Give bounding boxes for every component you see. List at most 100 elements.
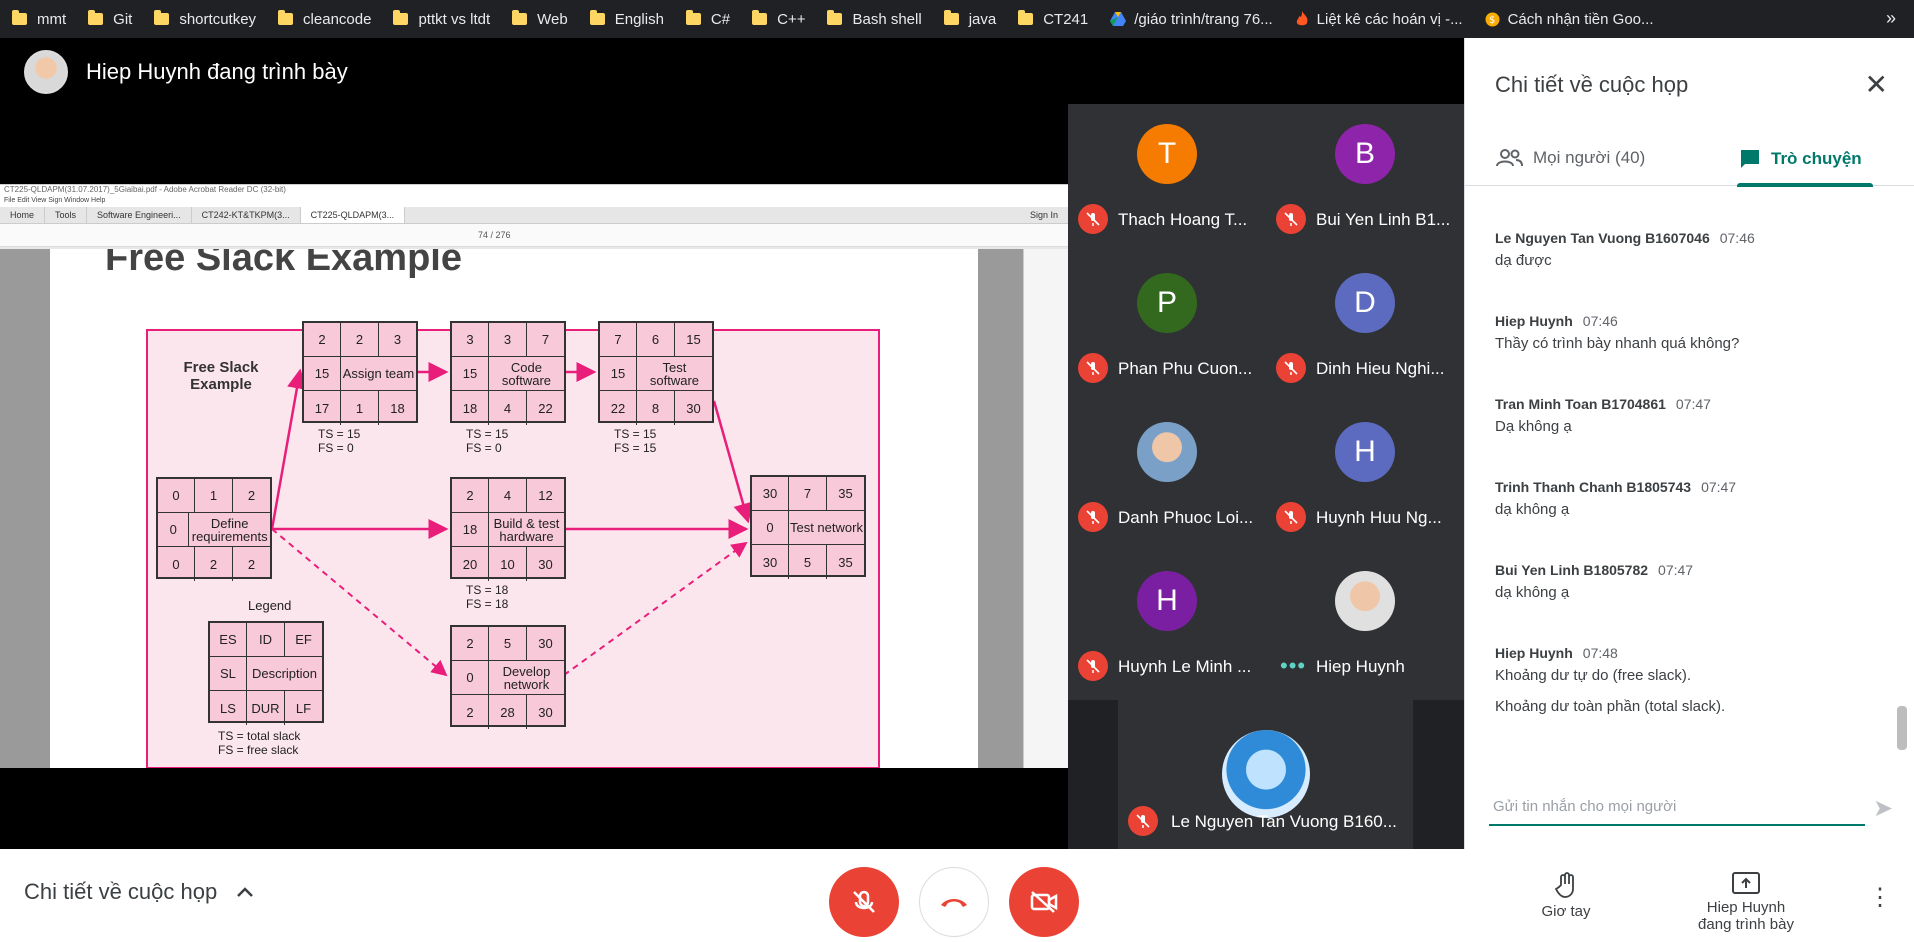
meeting-details-panel: Chi tiết về cuộc họp ✕ Mọi người (40) Tr… xyxy=(1464,38,1914,849)
acrobat-right-toolbar xyxy=(1023,249,1068,768)
mic-off-icon xyxy=(1078,353,1108,383)
folder-icon xyxy=(154,10,170,25)
avatar: B xyxy=(1335,124,1395,184)
panel-title: Chi tiết về cuộc họp xyxy=(1495,72,1689,97)
bookmark-giao-trinh[interactable]: /giáo trình/trang 76... xyxy=(1110,11,1273,28)
fire-icon xyxy=(1296,11,1308,26)
bookmark-mmt[interactable]: mmt xyxy=(12,10,66,28)
drive-icon xyxy=(1110,12,1127,26)
raise-hand-button[interactable]: Giơ tay xyxy=(1526,871,1606,920)
mic-toggle-button[interactable] xyxy=(829,867,899,937)
participant-tile[interactable]: ••• Hiep Huynh xyxy=(1266,551,1464,700)
end-call-button[interactable] xyxy=(919,867,989,937)
ts-build: TS = 18 FS = 18 xyxy=(466,583,509,611)
message-time: 07:46 xyxy=(1719,230,1755,246)
bookmark-ct241[interactable]: CT241 xyxy=(1018,10,1088,28)
message-text: Thầy có trình bày nhanh quá không? xyxy=(1495,335,1740,352)
folder-icon xyxy=(88,10,104,25)
acrobat-tab-home: Home xyxy=(0,207,46,223)
bookmark-hoan-vi[interactable]: Liệt kê các hoán vị -... xyxy=(1295,11,1463,28)
participant-tile[interactable]: H Huynh Le Minh ... xyxy=(1068,551,1266,700)
message-text: dạ không ạ xyxy=(1495,584,1570,601)
folder-icon xyxy=(685,10,701,25)
participant-tile[interactable]: P Phan Phu Cuon... xyxy=(1068,253,1266,402)
bookmark-cleancode[interactable]: cleancode xyxy=(278,10,371,28)
camera-toggle-button[interactable] xyxy=(1009,867,1079,937)
camera-off-icon xyxy=(1030,891,1058,913)
message-text: Khoảng dư toàn phần (total slack). xyxy=(1495,698,1726,715)
bookmarks-overflow-icon[interactable]: » xyxy=(1886,8,1896,29)
mic-off-icon xyxy=(1128,806,1158,836)
more-options-icon[interactable]: ⋮ xyxy=(1868,883,1892,912)
chat-scrollbar[interactable] xyxy=(1897,706,1907,750)
send-icon[interactable]: ➤ xyxy=(1873,794,1893,823)
participant-grid: T Thach Hoang T... B Bui Yen Linh B1... … xyxy=(1068,104,1464,700)
legend-box: ES ID EF SL Description LS DUR LF xyxy=(208,621,324,725)
mic-off-icon xyxy=(1276,502,1306,532)
meeting-details-button[interactable]: Chi tiết về cuộc họp xyxy=(24,879,255,905)
self-tile[interactable]: Le Nguyen Tan Vuong B160... xyxy=(1118,700,1413,849)
message-sender: Hiep Huynh xyxy=(1495,313,1573,329)
participant-tile[interactable]: D Dinh Hieu Nghi... xyxy=(1266,253,1464,402)
speaking-indicator-icon: ••• xyxy=(1280,653,1307,678)
message-text: dạ không ạ xyxy=(1495,501,1570,518)
chat-message: Tran Minh Toan B1704861 07:47 Dạ không ạ xyxy=(1495,396,1875,479)
ts-assign: TS = 15 FS = 0 xyxy=(318,427,361,455)
folder-icon xyxy=(1018,10,1034,25)
message-time: 07:48 xyxy=(1582,645,1618,661)
node-test-software: 7 6 15 15 Test software 22 8 30 xyxy=(598,321,714,425)
mic-off-icon xyxy=(1078,502,1108,532)
chat-input[interactable]: Gửi tin nhắn cho mọi người xyxy=(1489,788,1865,826)
chat-message: Hiep Huynh 07:46 Thầy có trình bày nhanh … xyxy=(1495,313,1875,396)
tab-people[interactable]: Mọi người (40) xyxy=(1495,148,1645,168)
participant-tile[interactable]: Danh Phuoc Loi... xyxy=(1068,402,1266,551)
close-icon[interactable]: ✕ xyxy=(1865,68,1888,101)
folder-icon xyxy=(827,10,843,25)
avatar: H xyxy=(1137,571,1197,631)
pdf-page: Free Slack Example Free Slack Example 01 xyxy=(50,249,978,768)
bookmark-pttkt[interactable]: pttkt vs ltdt xyxy=(393,10,490,28)
participant-tile[interactable]: T Thach Hoang T... xyxy=(1068,104,1266,253)
participant-name: Bui Yen Linh B1... xyxy=(1316,210,1451,229)
acrobat-sign-in: Sign In xyxy=(1029,210,1058,220)
participant-name: Thach Hoang T... xyxy=(1118,210,1248,229)
acrobat-tab-doc2: CT242-KT&TKPM(3... xyxy=(192,207,301,223)
tab-chat[interactable]: Trò chuyện xyxy=(1739,148,1862,170)
present-status-button[interactable]: Hiep Huynh đang trình bày xyxy=(1680,871,1812,933)
message-sender: Hiep Huynh xyxy=(1495,645,1573,661)
bookmark-csharp[interactable]: C# xyxy=(685,10,730,28)
participant-name: Dinh Hieu Nghi... xyxy=(1316,359,1445,378)
bookmark-nhan-tien[interactable]: $ Cách nhận tiền Goo... xyxy=(1485,11,1654,28)
slide-title: Free Slack Example xyxy=(105,249,462,279)
self-name: Le Nguyen Tan Vuong B160... xyxy=(1171,812,1397,831)
folder-icon xyxy=(589,10,605,25)
folder-icon xyxy=(278,10,294,25)
mic-off-icon xyxy=(1276,204,1306,234)
participant-tile[interactable]: H Huynh Huu Ng... xyxy=(1266,402,1464,551)
participant-tile[interactable]: B Bui Yen Linh B1... xyxy=(1266,104,1464,253)
bookmark-web[interactable]: Web xyxy=(512,10,568,28)
message-time: 07:46 xyxy=(1582,313,1618,329)
chat-icon xyxy=(1741,150,1759,168)
bookmark-english[interactable]: English xyxy=(589,10,664,28)
shared-screen: CT225-QLDAPM(31.07.2017)_5Giaibai.pdf - … xyxy=(0,184,1068,768)
chat-message: Le Nguyen Tan Vuong B1607046 07:46 dạ đượ… xyxy=(1495,230,1875,313)
acrobat-toolbar: 74 / 276 xyxy=(0,224,1068,247)
bookmark-shortcutkey[interactable]: shortcutkey xyxy=(154,10,256,28)
panel-tabs: Mọi người (40) Trò chuyện xyxy=(1465,136,1914,187)
network-diagram: Free Slack Example 012 0 Define requireme… xyxy=(146,321,880,768)
bookmark-java[interactable]: java xyxy=(943,10,996,28)
message-time: 07:47 xyxy=(1675,396,1711,412)
folder-icon xyxy=(943,10,959,25)
mic-off-icon xyxy=(1078,651,1108,681)
acrobat-page-indicator: 74 / 276 xyxy=(478,230,511,240)
bookmark-bash[interactable]: Bash shell xyxy=(827,10,922,28)
avatar: P xyxy=(1137,273,1197,333)
bookmark-cpp[interactable]: C++ xyxy=(752,10,805,28)
avatar xyxy=(1335,571,1395,631)
folder-icon xyxy=(393,10,409,25)
bookmark-git[interactable]: Git xyxy=(88,10,132,28)
folder-icon xyxy=(512,10,528,25)
chevron-up-icon xyxy=(237,887,254,897)
presenter-avatar xyxy=(24,50,68,94)
